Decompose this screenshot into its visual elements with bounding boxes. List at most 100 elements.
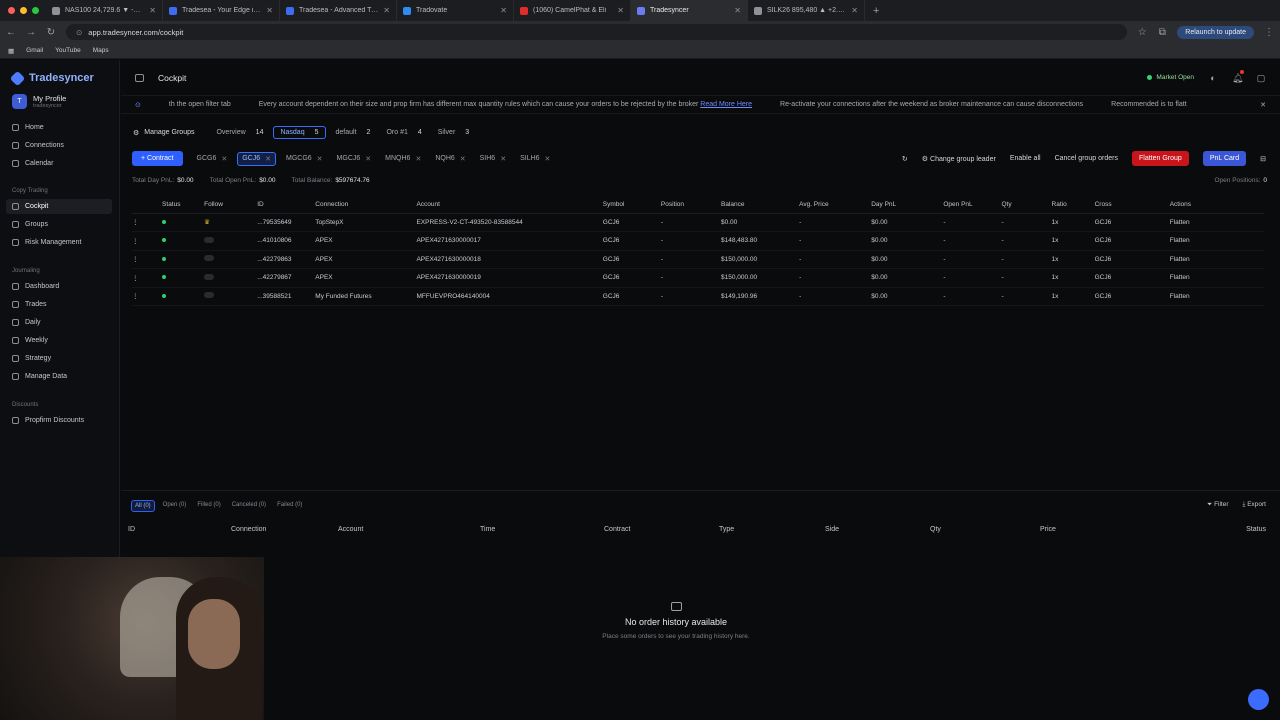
close-tab-icon[interactable]: ✕: [149, 6, 156, 15]
close-window-button[interactable]: [8, 7, 15, 14]
remove-contract-icon[interactable]: ✕: [317, 155, 323, 163]
sidebar-item[interactable]: Groups: [6, 217, 112, 232]
pnl-card-button[interactable]: PnL Card: [1202, 151, 1247, 166]
bookmark-gmail[interactable]: Gmail: [26, 47, 43, 54]
sidebar-item[interactable]: Trades: [6, 297, 112, 312]
sidebar-item[interactable]: Home: [6, 120, 112, 135]
browser-tab[interactable]: Tradesea - Advanced Tradi ✕: [280, 0, 397, 21]
url-field[interactable]: ⊙ app.tradesyncer.com/cockpit: [66, 24, 1128, 40]
bookmark-star-icon[interactable]: ☆: [1137, 27, 1147, 38]
close-ticker-icon[interactable]: ✕: [1260, 101, 1266, 109]
remove-contract-icon[interactable]: ✕: [365, 155, 371, 163]
sidebar-item[interactable]: Propfirm Discounts: [6, 413, 112, 428]
drag-handle-icon[interactable]: ⋮: [132, 268, 163, 288]
change-group-leader-button[interactable]: ⚙ Change group leader: [922, 155, 996, 163]
remove-contract-icon[interactable]: ✕: [415, 155, 421, 163]
follow-toggle[interactable]: [204, 236, 215, 243]
contract-chip[interactable]: GCJ6 ✕: [237, 151, 276, 166]
table-row[interactable]: ⋮ ...39588521 My Funded Futures MFFUEVPRO46…: [132, 287, 1264, 306]
apps-icon[interactable]: ▦: [8, 47, 14, 55]
drag-handle-icon[interactable]: ⋮: [132, 213, 163, 232]
follow-cell[interactable]: [204, 268, 258, 288]
drag-handle-icon[interactable]: ⋮: [132, 231, 163, 251]
follow-toggle[interactable]: [204, 292, 215, 299]
follow-toggle[interactable]: [204, 273, 215, 280]
remove-contract-icon[interactable]: ✕: [460, 155, 466, 163]
group-tab[interactable]: Silver 3: [432, 126, 475, 139]
close-tab-icon[interactable]: ✕: [734, 6, 741, 15]
contract-chip[interactable]: MNQH6 ✕: [381, 152, 425, 166]
brand-logo[interactable]: Tradesyncer: [0, 60, 119, 86]
follow-cell[interactable]: ♛: [204, 213, 258, 232]
theme-toggle-icon[interactable]: ◐: [1208, 73, 1218, 83]
close-tab-icon[interactable]: ✕: [617, 6, 624, 15]
sidebar-item[interactable]: Cockpit: [6, 199, 112, 214]
enable-all-button[interactable]: Enable all: [1010, 155, 1041, 162]
follow-cell[interactable]: [204, 250, 258, 269]
flatten-group-button[interactable]: Flatten Group: [1132, 151, 1189, 166]
back-icon[interactable]: ←: [6, 27, 16, 38]
menu-icon[interactable]: ⋮: [1264, 27, 1274, 38]
panel-divider[interactable]: [121, 490, 1280, 491]
flatten-button[interactable]: Flatten: [1169, 287, 1264, 306]
export-button[interactable]: ⤓ Export: [1243, 501, 1266, 509]
filter-button[interactable]: ⏷ Filter: [1207, 501, 1228, 509]
flatten-button[interactable]: Flatten: [1169, 231, 1264, 251]
browser-tab[interactable]: Tradesyncer ✕: [631, 0, 748, 21]
close-tab-icon[interactable]: ✕: [851, 6, 858, 15]
close-tab-icon[interactable]: ✕: [383, 6, 390, 15]
read-more-link[interactable]: Read More Here: [700, 101, 752, 108]
contract-chip[interactable]: NQH6 ✕: [431, 152, 469, 166]
browser-tab[interactable]: NAS100 24,729.6 ▼ -0.76% ✕: [46, 0, 163, 21]
notifications-icon[interactable]: 🔔︎: [1232, 69, 1244, 83]
order-filter-tab[interactable]: Filled (0): [194, 500, 223, 512]
sidebar-item[interactable]: Strategy: [6, 351, 112, 366]
profile-menu[interactable]: T My Profile tradesyncer: [0, 84, 119, 109]
table-row[interactable]: ⋮ ...42279867 APEX APEX4271630000019 GCJ6- $1…: [132, 268, 1264, 288]
sidebar-item[interactable]: Calendar: [6, 156, 112, 171]
forward-icon[interactable]: →: [26, 27, 36, 38]
follow-cell[interactable]: [204, 287, 258, 306]
browser-tab[interactable]: (1060) CamelPhat & Eli ✕: [514, 0, 631, 21]
sidebar-item[interactable]: Connections: [6, 138, 112, 153]
help-icon[interactable]: ▢: [1256, 73, 1266, 83]
table-row[interactable]: ⋮ ♛ ...79535649 TopStepX EXPRESS-V2-CT-49352…: [132, 213, 1264, 232]
bookmark-maps[interactable]: Maps: [93, 47, 109, 54]
sidebar-item[interactable]: Daily: [6, 315, 112, 330]
remove-contract-icon[interactable]: ✕: [500, 155, 506, 163]
follow-toggle[interactable]: [204, 255, 215, 262]
sidebar-item[interactable]: Manage Data: [6, 369, 112, 384]
sidebar-item[interactable]: Risk Management: [6, 235, 112, 250]
table-row[interactable]: ⋮ ...42279863 APEX APEX4271630000018 GCJ6- $1…: [132, 250, 1264, 269]
drag-handle-icon[interactable]: ⋮: [132, 287, 163, 306]
close-tab-icon[interactable]: ✕: [500, 6, 507, 15]
browser-tab[interactable]: SILK26 895,480 ▲ +2.85% ✕: [748, 0, 865, 21]
table-row[interactable]: ⋮ ...41010806 APEX APEX4271630000017 GCJ6- $1…: [132, 231, 1264, 251]
group-tab[interactable]: Oro #1 4: [380, 126, 427, 139]
add-contract-button[interactable]: + Contract: [132, 151, 183, 166]
cancel-group-orders-button[interactable]: Cancel group orders: [1055, 155, 1118, 162]
group-tab[interactable]: Nasdaq 5: [273, 126, 326, 139]
group-tab[interactable]: Overview 14: [210, 126, 269, 139]
support-chat-button[interactable]: [1248, 689, 1269, 710]
order-filter-tab[interactable]: Open (0): [160, 500, 190, 512]
contract-chip[interactable]: SILH6 ✕: [516, 152, 554, 166]
follow-cell[interactable]: [204, 231, 258, 251]
contract-chip[interactable]: MGCG6 ✕: [282, 152, 327, 166]
contract-chip[interactable]: SIH6 ✕: [476, 152, 510, 166]
order-filter-tab[interactable]: All (0): [131, 500, 155, 512]
toggle-sidebar-icon[interactable]: [135, 73, 144, 82]
browser-tab[interactable]: Tradesea - Your Edge in Ever ✕: [163, 0, 280, 21]
site-info-icon[interactable]: ⊙: [76, 28, 82, 37]
flatten-button[interactable]: Flatten: [1169, 268, 1264, 288]
group-tab[interactable]: default 2: [330, 126, 377, 139]
remove-contract-icon[interactable]: ✕: [545, 155, 551, 163]
extensions-icon[interactable]: ⧉: [1157, 27, 1167, 38]
drag-handle-icon[interactable]: ⋮: [132, 250, 163, 269]
columns-icon[interactable]: ⊟: [1260, 155, 1266, 163]
close-tab-icon[interactable]: ✕: [266, 6, 273, 15]
remove-contract-icon[interactable]: ✕: [265, 155, 271, 163]
reload-icon[interactable]: ↻: [46, 27, 56, 38]
bookmark-youtube[interactable]: YouTube: [55, 47, 81, 54]
remove-contract-icon[interactable]: ✕: [221, 155, 227, 163]
